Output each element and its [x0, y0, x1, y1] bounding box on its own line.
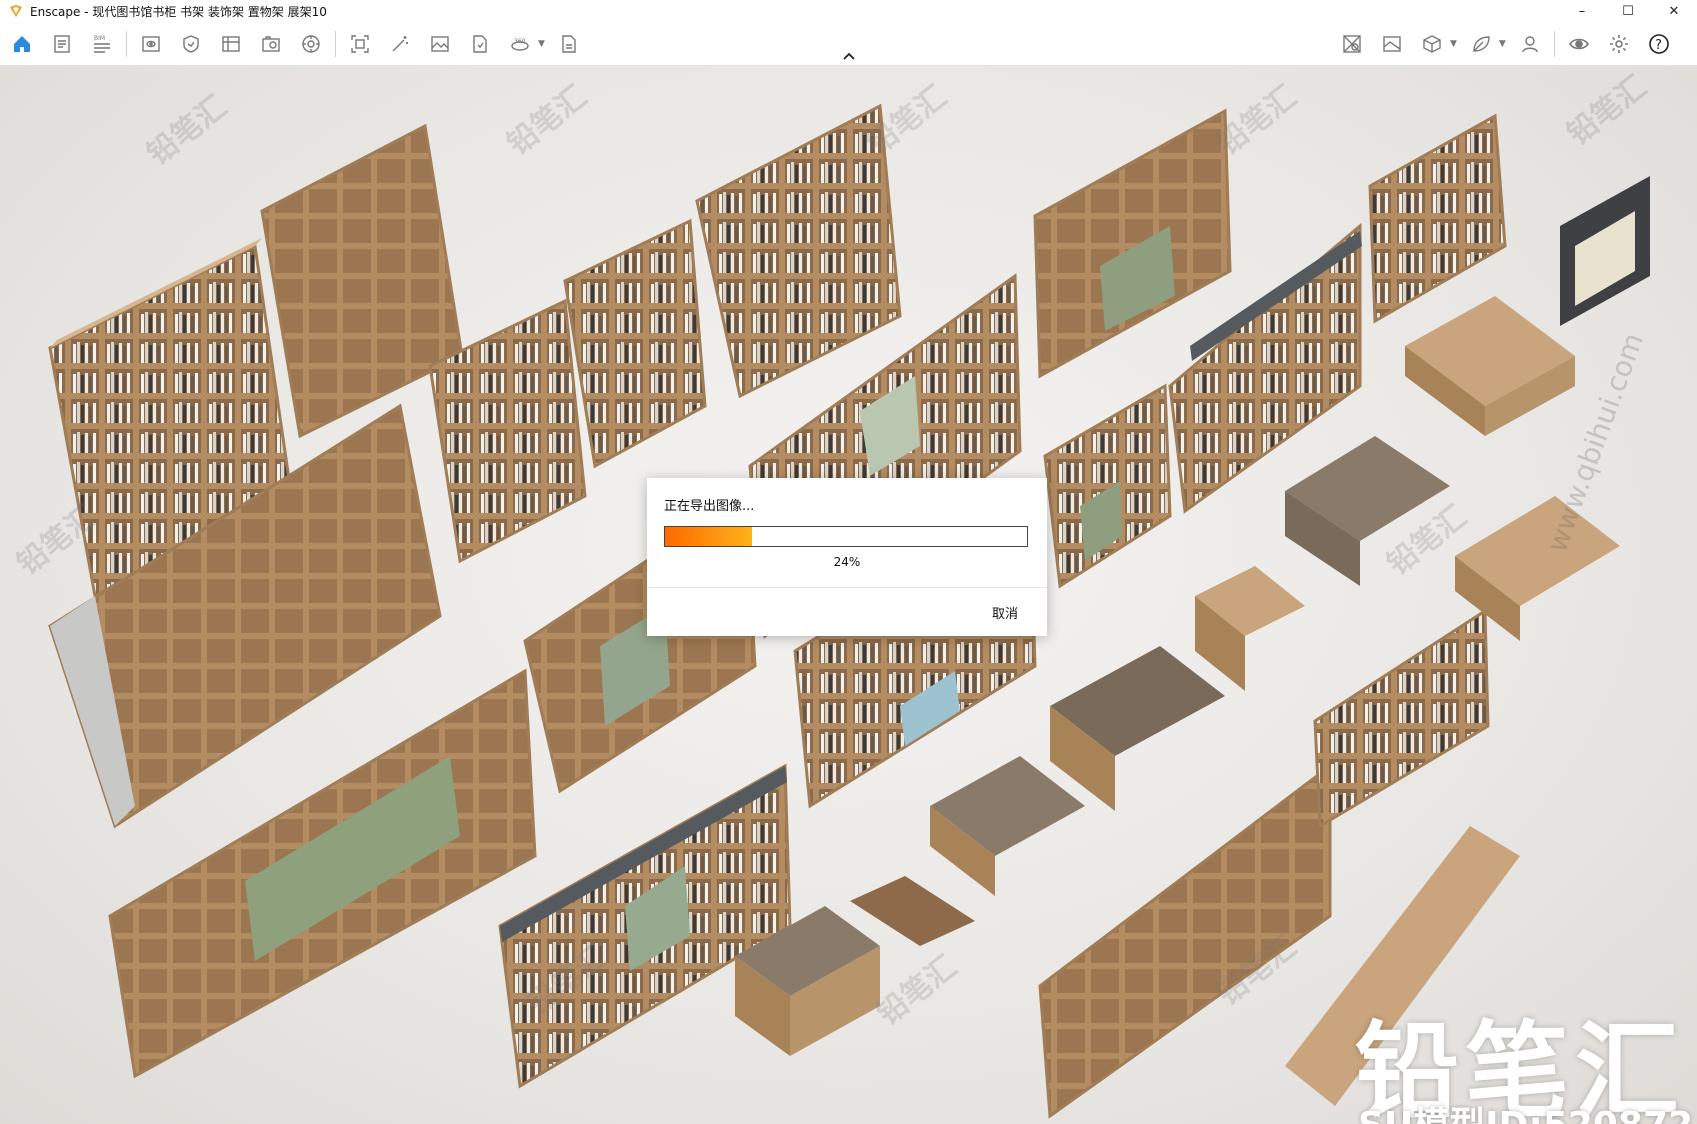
magic-wand-icon: [392, 36, 408, 52]
document-button[interactable]: [46, 30, 78, 58]
bookshelf: [695, 103, 902, 399]
export-progress-dialog: 正在导出图像... 24% 取消: [647, 478, 1047, 636]
bim-icon: BIM: [94, 35, 110, 53]
view-button[interactable]: [135, 30, 167, 58]
toolbar-separator: [335, 31, 336, 57]
toolbar-separator: [126, 31, 127, 57]
window-title: Enscape - 现代图书馆书柜 书架 装饰架 置物架 展架10: [30, 4, 327, 19]
svg-text:BIM: BIM: [94, 35, 105, 42]
sync-icon: [302, 35, 320, 53]
material-editor-button[interactable]: [1336, 30, 1368, 58]
chevron-down-icon[interactable]: ▼: [538, 39, 545, 49]
frame-button[interactable]: [215, 30, 247, 58]
export-file-button[interactable]: [464, 30, 496, 58]
help-icon: ?: [1649, 34, 1669, 54]
toolbar-left-group: BIM 360 ▼: [6, 30, 593, 58]
bookshelf: [1368, 113, 1507, 324]
leaf-icon: [1473, 36, 1490, 52]
minimize-button[interactable]: –: [1559, 0, 1605, 22]
progress-bar-fill: [665, 527, 752, 546]
leaf-button[interactable]: [1465, 30, 1497, 58]
bookshelf: [260, 123, 464, 439]
svg-text:?: ?: [1655, 38, 1662, 53]
display-table: [1405, 296, 1575, 436]
capture-button[interactable]: [344, 30, 376, 58]
bookshelf: [1043, 383, 1172, 589]
eye-button[interactable]: [1563, 30, 1595, 58]
asset-library-button[interactable]: [175, 30, 207, 58]
close-button[interactable]: ✕: [1651, 0, 1697, 22]
document-icon: [54, 35, 70, 53]
cancel-button[interactable]: 取消: [977, 599, 1033, 625]
collapse-toolbar-icon[interactable]: [841, 50, 857, 62]
bookshelf: [498, 763, 792, 1089]
help-button[interactable]: ?: [1643, 30, 1675, 58]
bookshelf: [1313, 608, 1490, 829]
settings-icon: [1609, 35, 1628, 53]
view-icon: [142, 36, 160, 52]
chevron-down-icon[interactable]: ▼: [1499, 39, 1506, 49]
model-id-label: SU模型ID:520872: [1358, 1096, 1693, 1124]
panorama-360-button[interactable]: 360: [504, 30, 536, 58]
svg-text:360: 360: [514, 38, 526, 45]
enscape-logo-icon: [8, 3, 24, 19]
capture-icon: [351, 35, 369, 53]
sync-button[interactable]: [295, 30, 327, 58]
cube-button[interactable]: [1416, 30, 1448, 58]
eye-icon: [1568, 38, 1589, 50]
home-icon: [14, 36, 30, 52]
chevron-down-icon[interactable]: ▼: [1450, 39, 1457, 49]
camera-icon: [262, 36, 280, 52]
material-editor-icon: [1343, 35, 1361, 53]
user-view-icon: [1522, 36, 1538, 53]
panorama-360-icon: 360: [511, 38, 529, 51]
image-icon: [431, 36, 449, 52]
toolbar-right-group: ▼ ▼ ?: [1336, 30, 1683, 58]
bookshelf: [1033, 108, 1232, 379]
maximize-button[interactable]: ☐: [1605, 0, 1651, 22]
magic-wand-button[interactable]: [384, 30, 416, 58]
progress-percent-label: 24%: [833, 555, 861, 569]
bim-button[interactable]: BIM: [86, 30, 118, 58]
texture-icon: [1383, 36, 1401, 52]
display-table: [1195, 566, 1305, 691]
texture-button[interactable]: [1376, 30, 1408, 58]
export-package-icon: [562, 35, 576, 53]
frame-icon: [222, 36, 240, 52]
progress-bar: [664, 526, 1028, 547]
title-bar: Enscape - 现代图书馆书柜 书架 装饰架 置物架 展架10 – ☐ ✕: [0, 0, 1697, 22]
dialog-separator: [647, 587, 1047, 588]
export-file-icon: [473, 35, 487, 53]
image-button[interactable]: [424, 30, 456, 58]
export-package-button[interactable]: [553, 30, 585, 58]
toolbar-separator: [1553, 31, 1555, 57]
bookshelf: [563, 218, 707, 469]
display-table: [1050, 646, 1225, 811]
cube-icon: [1423, 35, 1441, 53]
reading-table: [850, 876, 975, 946]
display-table: [930, 756, 1085, 896]
settings-button[interactable]: [1603, 30, 1635, 58]
home-button[interactable]: [6, 30, 38, 58]
reading-booth: [1560, 176, 1650, 326]
dialog-title: 正在导出图像...: [664, 499, 755, 514]
user-view-button[interactable]: [1514, 30, 1546, 58]
asset-library-icon: [183, 35, 199, 53]
camera-button[interactable]: [255, 30, 287, 58]
